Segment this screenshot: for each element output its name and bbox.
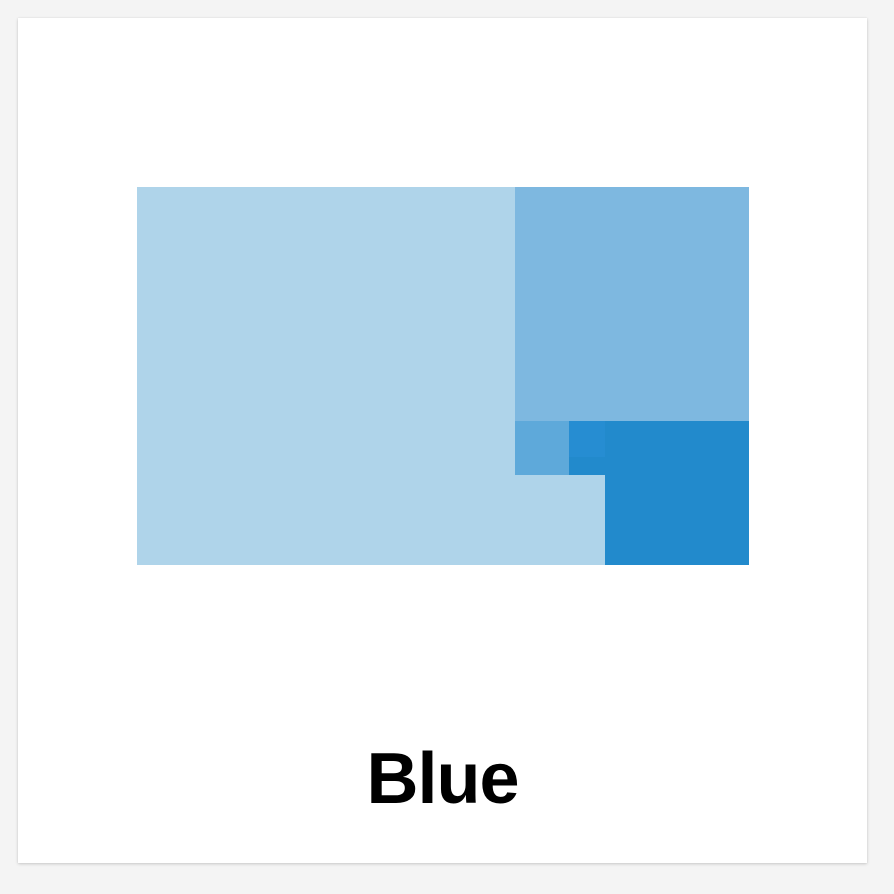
swatch-light-blue-small: [515, 475, 605, 565]
swatch-light-blue-large: [137, 187, 515, 565]
swatch-bright-blue: [569, 421, 605, 457]
swatch-medium-blue-small: [515, 421, 569, 475]
color-name-label: Blue: [366, 739, 519, 819]
color-swatch-grid: [137, 187, 749, 565]
swatch-strong-blue: [605, 421, 749, 565]
swatch-strong-blue-small: [569, 457, 605, 475]
color-card: Blue: [18, 18, 867, 863]
swatch-medium-blue: [515, 187, 749, 421]
